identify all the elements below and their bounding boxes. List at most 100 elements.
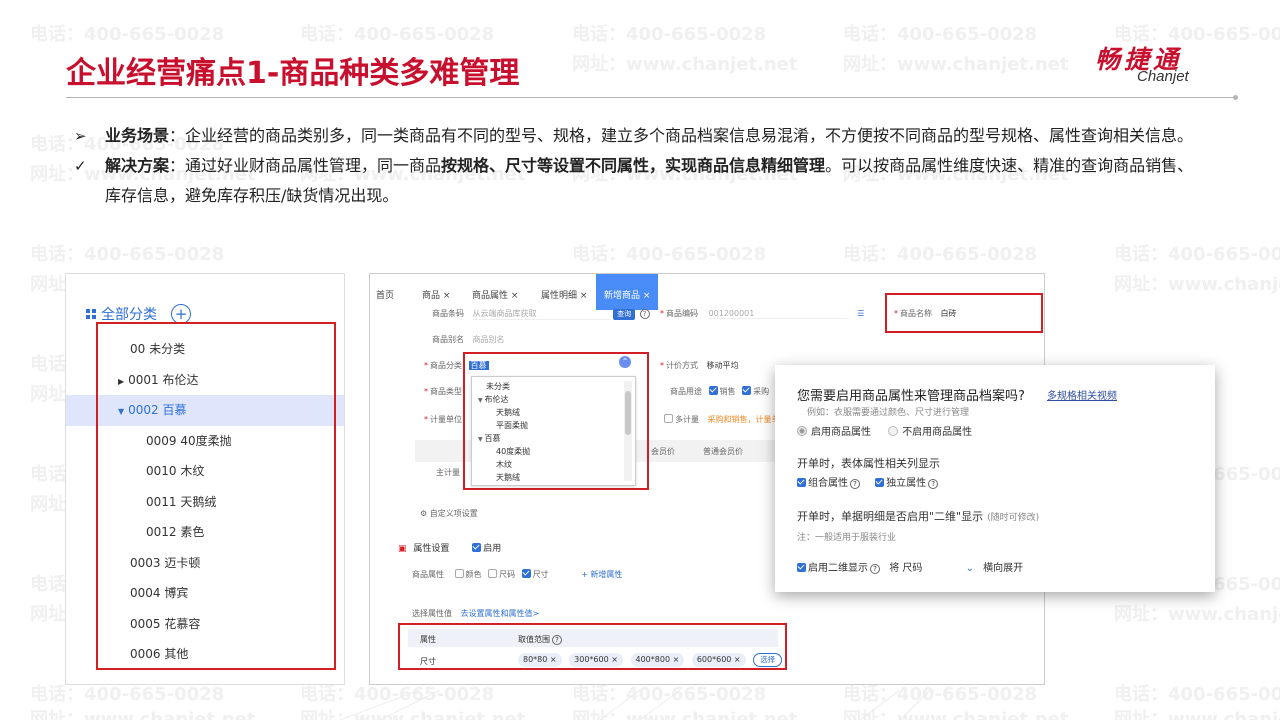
add-attr-link[interactable]: + 新增属性 xyxy=(581,570,622,579)
valuation-select[interactable]: 移动平均 xyxy=(707,361,739,370)
checkbox-icon[interactable] xyxy=(742,386,752,395)
dropdown-item[interactable]: 平面柔抛 xyxy=(496,420,528,431)
tab-attr-detail[interactable]: 属性明细 × xyxy=(541,288,587,301)
chevron-up-icon[interactable]: ⌃ xyxy=(619,356,631,368)
enable-attr-dialog: 您需要启用商品属性来管理商品档案吗? 多规格相关视频 例如：衣服需要通过颜色、尺… xyxy=(775,365,1215,592)
tab-new-goods[interactable]: 新增商品 × xyxy=(596,274,659,310)
watermark-phone: 电话：400-665-0028 xyxy=(300,24,495,45)
watermark-phone: 电话：400-665-0028 xyxy=(1114,244,1280,265)
category-item[interactable]: 0009 40度柔抛 xyxy=(66,426,344,457)
bill-attr-title: 开单时，表体属性相关列显示 xyxy=(797,457,940,470)
section-icon: ▣ xyxy=(398,544,407,554)
all-categories-label[interactable]: 全部分类 xyxy=(101,304,157,324)
bullet-list: ➢ 业务场景：企业经营的商品类别多，同一类商品有不同的型号、规格，建立多个商品档… xyxy=(74,121,1204,211)
query-button[interactable]: 查询 xyxy=(613,309,636,320)
radio-group: 启用商品属性 不启用商品属性 xyxy=(797,423,972,438)
alias-input[interactable]: 商品别名 xyxy=(473,335,505,344)
help-circle-icon: ? xyxy=(870,564,880,574)
bullet-solution: ✓ 解决方案：通过好业财商品属性管理，同一商品按规格、尺寸等设置不同属性，实现商… xyxy=(74,151,1204,211)
form-tabs: 首页 商品 × 商品属性 × 属性明细 × 新增商品 × xyxy=(370,274,1044,310)
add-category-icon[interactable]: + xyxy=(171,304,191,324)
checkbox-icon[interactable] xyxy=(454,569,464,578)
radio-disable[interactable] xyxy=(888,426,899,436)
dropdown-item[interactable]: 未分类 xyxy=(486,381,510,392)
name-input[interactable]: 白砖 xyxy=(941,309,957,318)
help-circle-icon: ? xyxy=(552,635,562,645)
solution-label: 解决方案 xyxy=(105,156,170,175)
checkbox-icon[interactable] xyxy=(875,478,885,487)
list-icon[interactable]: ☰ xyxy=(857,309,864,318)
custom-items-row[interactable]: ⚙ 自定义项设置 xyxy=(420,508,478,519)
tab-goods[interactable]: 商品 × xyxy=(422,288,450,301)
collapse-arrow-icon[interactable]: ▼ xyxy=(118,407,124,416)
watermark-phone: 电话：400-665-0028 xyxy=(843,24,1038,45)
watermark-site: 网址：www.chanjet.net xyxy=(843,54,1069,75)
category-item[interactable]: ▶ 0001 布伦达 xyxy=(66,365,344,396)
category-select[interactable]: 百慕 xyxy=(468,361,489,370)
attr-table-header: 属性 取值范围? xyxy=(408,629,778,647)
video-link[interactable]: 多规格相关视频 xyxy=(1047,387,1117,402)
watermark-site: 网址：www.chanjet.net xyxy=(1114,274,1280,295)
type-row: * 商品类型 xyxy=(424,387,462,396)
dropdown-item[interactable]: 天鹅绒 xyxy=(496,407,520,418)
range-col-label: 取值范围? xyxy=(518,634,562,645)
dialog-question: 您需要启用商品属性来管理商品档案吗? xyxy=(797,389,1025,404)
expand-arrow-icon[interactable]: ▶ xyxy=(118,377,124,386)
watermark-phone: 电话：400-665-0028 xyxy=(572,24,767,45)
category-tree-header: 全部分类 + xyxy=(86,304,191,324)
scenario-text: 企业经营的商品类别多，同一类商品有不同的型号、规格，建立多个商品档案信息易混淆，… xyxy=(185,126,1194,145)
tab-goods-attr[interactable]: 商品属性 × xyxy=(472,288,518,301)
category-item[interactable]: 0003 迈卡顿 xyxy=(66,548,344,579)
checkbox-icon[interactable] xyxy=(797,563,806,572)
attr-setting-row: ▣ 属性设置 启用 xyxy=(398,543,502,554)
dropdown-scroll-thumb[interactable] xyxy=(625,391,631,435)
checkbox-icon[interactable] xyxy=(488,569,498,578)
category-dropdown[interactable]: 未分类 ▼ 布伦达 天鹅绒 平面柔抛 ▼ 百慕 40度柔抛 木纹 天鹅绒 xyxy=(471,376,636,486)
dropdown-item[interactable]: 天鹅绒 xyxy=(496,472,520,483)
arrow-bullet-icon: ➢ xyxy=(74,127,87,145)
size-tag[interactable]: 600*600 × xyxy=(691,653,746,667)
dropdown-item[interactable]: 40度柔抛 xyxy=(496,446,530,457)
category-item[interactable]: 0005 花慕容 xyxy=(66,609,344,640)
usage-row: 商品用途 销售 采购 xyxy=(670,386,770,396)
chevron-down-icon[interactable]: ⌄ xyxy=(966,563,974,574)
category-list: 00 未分类 ▶ 0001 布伦达 ▼ 0002 百慕 0009 40度柔抛 001… xyxy=(66,334,344,670)
checkbox-icon[interactable] xyxy=(797,478,806,487)
help-circle-icon: ? xyxy=(639,309,650,319)
multi-unit-row: 多计量 采购和销售，计量单 xyxy=(660,414,780,425)
goto-attr-link[interactable]: 去设置属性和属性值> xyxy=(461,609,540,618)
dropdown-scrollbar[interactable] xyxy=(624,381,632,481)
watermark-site: 网址：www.chanjet.net xyxy=(572,54,798,75)
watermark-phone: 电话：400-665-0028 xyxy=(843,244,1038,265)
solution-text-bold: 按规格、尺寸等设置不同属性，实现商品信息精细管理 xyxy=(441,156,826,175)
size-tag[interactable]: 80*80 × xyxy=(518,653,562,667)
grid-icon xyxy=(86,309,96,319)
checkbox-icon[interactable] xyxy=(708,386,718,395)
category-item[interactable]: 0006 其他 xyxy=(66,639,344,670)
scenario-sep: ： xyxy=(169,126,186,145)
category-item[interactable]: 0011 天鹅绒 xyxy=(66,487,344,518)
category-item[interactable]: 00 未分类 xyxy=(66,334,344,365)
radio-enable[interactable] xyxy=(797,426,807,436)
goods-attr-row: 商品属性 颜色 尺码 尺寸 + 新增属性 xyxy=(412,569,623,579)
checkbox-icon[interactable] xyxy=(472,543,482,552)
size-tag[interactable]: 300*600 × xyxy=(569,653,623,667)
size-tag[interactable]: 400*800 × xyxy=(630,653,685,667)
code-input[interactable]: 001200001 xyxy=(708,309,849,319)
unit-row: * 计量单位 xyxy=(424,415,462,424)
dropdown-item[interactable]: ▼ 百慕 xyxy=(478,433,501,444)
category-item[interactable]: 0010 木纹 xyxy=(66,456,344,487)
dropdown-item[interactable]: ▼ 布伦达 xyxy=(478,394,509,405)
code-row: * 商品编码 001200001 ☰ xyxy=(660,309,865,319)
checkbox-icon[interactable] xyxy=(521,569,531,578)
category-item-selected[interactable]: ▼ 0002 百慕 xyxy=(66,395,344,426)
category-item[interactable]: 0004 博宾 xyxy=(66,578,344,609)
barcode-input[interactable]: 从云端商品库获取 xyxy=(472,308,611,320)
solution-sep: ： xyxy=(169,156,186,175)
checkbox-icon[interactable] xyxy=(664,414,673,423)
category-tree-panel: 全部分类 + 00 未分类 ▶ 0001 布伦达 ▼ 0002 百慕 0009 40… xyxy=(65,273,345,685)
tab-home[interactable]: 首页 xyxy=(376,288,394,301)
dropdown-item[interactable]: 木纹 xyxy=(496,459,512,470)
choose-button[interactable]: 选择 xyxy=(753,653,783,667)
category-item[interactable]: 0012 素色 xyxy=(66,517,344,548)
